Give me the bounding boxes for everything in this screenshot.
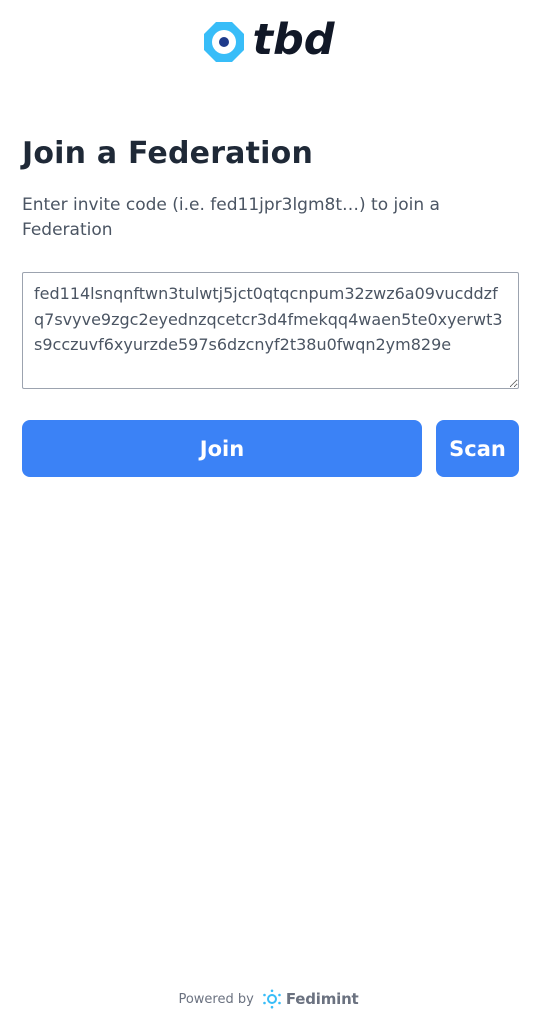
page-title: Join a Federation — [22, 136, 314, 171]
powered-by-label: Powered by — [178, 991, 254, 1007]
scan-button[interactable]: Scan — [436, 420, 519, 477]
app-logo: tbd — [0, 15, 537, 66]
join-button[interactable]: Join — [22, 420, 422, 477]
logo-text: tbd — [252, 15, 335, 65]
invite-code-input[interactable]: fed114lsnqnftwn3tulwtj5jct0qtqcnpum32zwz… — [22, 272, 519, 389]
powered-by-footer: Powered by Fedimint — [0, 986, 537, 1012]
tbd-logo-icon — [204, 22, 245, 62]
fedimint-logo-icon — [263, 989, 281, 1009]
fedimint-brand: Fedimint — [285, 990, 359, 1008]
instructions-text: Enter invite code (i.e. fed11jpr3lgm8t…)… — [22, 195, 440, 240]
